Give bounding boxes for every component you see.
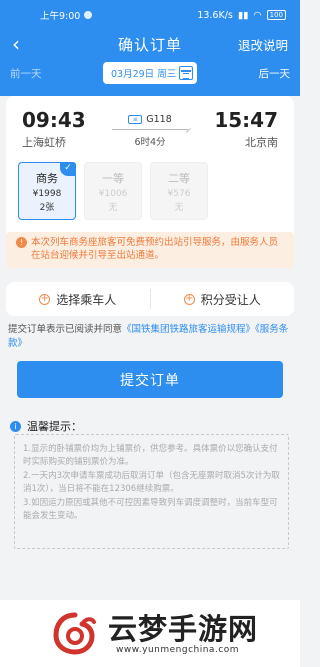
- agreement-text: 提交订单表示已阅读并同意《国铁集团铁路旅客运输规程》《服务条款》: [8, 323, 292, 351]
- seat-options: ✓ 商务 ¥1998 2张 一等 ¥1006 无 二等 ¥576 无: [6, 150, 294, 220]
- header: 上午9:00 13.6K/s ▮▮ ◠ 100 ‹ 确认订单 退改说明 前一天 …: [0, 0, 300, 96]
- date-bar: 前一天 03月29日 周三 后一天: [0, 58, 300, 88]
- trip-duration: 6时4分: [134, 137, 166, 148]
- arrive-time: 15:47: [214, 108, 278, 132]
- network-speed: 13.6K/s: [197, 9, 233, 21]
- tip-item: 2.一天内3次申请车票成功后取消订单（包含无座票时取消5次计为取消1次），当日将…: [23, 471, 280, 494]
- select-passenger-button[interactable]: + 选择乘车人: [6, 291, 150, 308]
- seat-price: ¥576: [167, 188, 191, 199]
- plus-icon: +: [39, 292, 51, 305]
- seat-class: 一等: [102, 171, 124, 185]
- seat-class: 商务: [36, 171, 58, 185]
- battery-icon: 100: [266, 10, 286, 20]
- warning-icon: !: [16, 237, 27, 248]
- seat-remain: 无: [108, 202, 118, 213]
- passenger-actions: + 选择乘车人 + 积分受让人: [6, 282, 294, 316]
- arrow-icon: [112, 129, 188, 130]
- submit-order-button[interactable]: 提交订单: [17, 361, 283, 398]
- train-code: G118: [146, 114, 172, 125]
- watermark-url: www.yunmengchina.com: [116, 644, 240, 655]
- seat-option-second-class[interactable]: 二等 ¥576 无: [150, 162, 208, 220]
- tips-title: 温馨提示：: [27, 420, 82, 433]
- notification-icon: [84, 11, 93, 19]
- seat-option-business[interactable]: ✓ 商务 ¥1998 2张: [18, 162, 76, 220]
- notice-text: 本次列车商务座旅客可免费预约出站引导服务，由服务人员在站台迎候并引导至出站通道。: [31, 237, 279, 261]
- arrival: 15:47 北京南: [214, 108, 278, 150]
- train-card: 09:43 上海虹桥 ≡ G118 6时4分 15:47 北京南 ✓ 商务 ¥1…: [6, 96, 294, 252]
- status-time: 上午9:00: [40, 11, 81, 22]
- wifi-icon: ◠: [253, 9, 262, 21]
- info-icon: i: [10, 420, 21, 432]
- date-picker[interactable]: 03月29日 周三: [103, 62, 197, 84]
- next-day-button[interactable]: 后一天: [259, 66, 291, 81]
- refund-policy-link[interactable]: 退改说明: [238, 35, 288, 54]
- select-passenger-label: 选择乘车人: [56, 292, 117, 307]
- arrive-station: 北京南: [245, 136, 278, 149]
- train-schedule-icon: ≡: [128, 115, 143, 124]
- watermark-logo-icon: [53, 612, 96, 655]
- page-title: 确认订单: [117, 35, 182, 54]
- back-icon[interactable]: ‹: [12, 34, 32, 54]
- calendar-icon: [179, 66, 193, 80]
- seat-price: ¥1998: [32, 188, 62, 199]
- depart-station: 上海虹桥: [22, 136, 66, 149]
- departure: 09:43 上海虹桥: [22, 108, 86, 150]
- service-notice: ! 本次列车商务座旅客可免费预约出站引导服务，由服务人员在站台迎候并引导至出站通…: [6, 232, 294, 268]
- tips-header: i 温馨提示：: [10, 418, 82, 434]
- watermark-title: 云梦手游网: [108, 611, 259, 646]
- plus-icon: +: [183, 292, 195, 305]
- train-info[interactable]: ≡ G118 6时4分: [112, 114, 188, 150]
- points-transferee-label: 积分受让人: [200, 292, 261, 307]
- rules-link[interactable]: 《国铁集团铁路旅客运输规程》: [122, 324, 255, 335]
- seat-price: ¥1006: [98, 188, 128, 199]
- seat-option-first-class[interactable]: 一等 ¥1006 无: [84, 162, 142, 220]
- agreement-prefix: 提交订单表示已阅读并同意: [8, 324, 123, 335]
- watermark: 云梦手游网 www.yunmengchina.com: [0, 600, 300, 667]
- points-transferee-button[interactable]: + 积分受让人: [151, 291, 295, 308]
- seat-remain: 2张: [39, 202, 55, 213]
- tip-item: 3.如因运力原因或其他不可控因素导致列车调度调整时，当前车型可能会发生变动。: [23, 498, 278, 521]
- signal-icon: ▮▮: [237, 9, 249, 21]
- seat-remain: 无: [174, 202, 184, 213]
- date-label: 03月29日 周三: [111, 69, 177, 80]
- status-bar: 上午9:00 13.6K/s ▮▮ ◠ 100: [0, 0, 300, 30]
- tips-box: 1.显示的卧铺票价均为上铺票价，供您参考。具体票价以您确认支付时实际购买的铺别票…: [14, 434, 289, 549]
- prev-day-button[interactable]: 前一天: [10, 66, 42, 81]
- tip-item: 1.显示的卧铺票价均为上铺票价，供您参考。具体票价以您确认支付时实际购买的铺别票…: [23, 444, 278, 467]
- seat-class: 二等: [168, 171, 190, 185]
- depart-time: 09:43: [22, 108, 86, 132]
- check-icon: ✓: [60, 162, 76, 176]
- nav-bar: ‹ 确认订单 退改说明: [0, 30, 300, 58]
